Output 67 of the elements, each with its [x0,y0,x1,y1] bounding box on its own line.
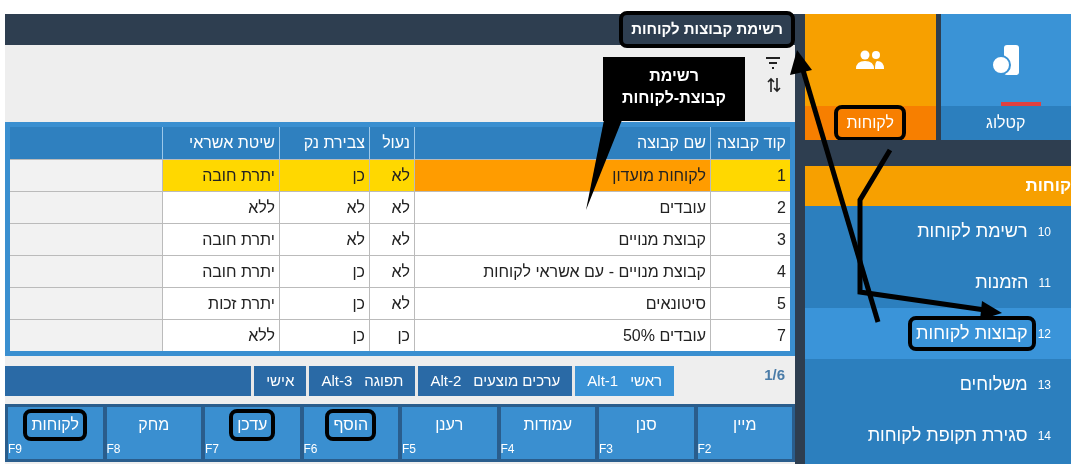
shortcut-label: F5 [402,441,417,458]
module-tile[interactable]: קטלוג [940,14,1071,140]
table-cell: לא [279,192,369,223]
button-label: מחק [137,415,171,435]
button-label: מיין [732,415,758,435]
table-cell: לא [369,224,414,255]
shortcut-label: F7 [205,441,220,458]
item-number: 12 [1037,325,1051,343]
table-cell: יתרת זכות [162,288,279,319]
table-cell: 4 [710,256,790,287]
shortcut-label: F2 [697,441,713,458]
table-cell: כן [279,256,369,287]
table-cell: 3 [710,224,790,255]
table-cell: כן [279,160,369,191]
table-cell: קבוצת מנויים [414,224,710,255]
table-cell: יתרת חובה [162,160,279,191]
people-icon [855,50,886,70]
button-label: סנן [634,415,658,435]
table-cell: לקוחות מועדון [414,160,710,191]
indicator-bar [1001,102,1041,106]
item-number: 13 [1037,376,1051,394]
shortcut-label: F4 [500,441,516,458]
column-header[interactable]: נעול [369,127,414,159]
table-cell: 7 [710,320,790,351]
table-cell: לא [369,160,414,191]
table-cell: כן [369,320,414,351]
button-label: עמודות [522,415,574,435]
table-cell: ללא [162,192,279,223]
table-cell: 5 [710,288,790,319]
shortcut-label: F6 [303,441,319,458]
table-cell: כן [279,288,369,319]
column-header[interactable]: צבירת נק [279,127,369,159]
item-number: 10 [1037,223,1051,241]
callout-label: רשימת קבוצת-לקוחות [603,57,745,121]
module-tile[interactable]: לקוחות [805,14,936,140]
column-header[interactable]: קוד קבוצה [710,127,790,159]
button-label: רענן [434,415,465,435]
table-cell: עובדים 50% [414,320,710,351]
table-cell: כן [279,320,369,351]
table-cell: סיטונאים [414,288,710,319]
item-number: 14 [1037,427,1051,445]
sort-icon[interactable] [767,77,781,93]
table-cell: יתרת חובה [162,224,279,255]
table-cell: לא [279,224,369,255]
column-header[interactable]: שיטת אשראי [162,127,279,159]
table-cell: יתרת חובה [162,256,279,287]
table-cell: לא [369,192,414,223]
shortcut-label: F3 [599,441,614,458]
item-label: משלוחים [958,373,1029,396]
item-label: הזמנות [974,271,1030,294]
catalog-icon [990,44,1021,76]
table-cell: ללא [162,320,279,351]
item-label: סגירת תקופת לקוחות [866,424,1029,447]
page-indicator: 1/6 [764,364,785,385]
table-cell: עובדים [414,192,710,223]
item-number: 11 [1038,274,1051,292]
table-cell: 1 [710,160,790,191]
section-header: קוחות [1025,175,1071,198]
table-cell: לא [369,256,414,287]
item-label: רשימת לקוחות [916,220,1029,243]
shortcut-label: F8 [106,441,122,458]
table-cell: לא [369,288,414,319]
tile-label: קטלוג [985,113,1027,133]
shortcut-label: F9 [8,441,23,458]
filter-icon[interactable] [765,57,781,69]
table-cell: 2 [710,192,790,223]
table-cell: קבוצת מנויים - עם אשראי לקוחות [414,256,710,287]
